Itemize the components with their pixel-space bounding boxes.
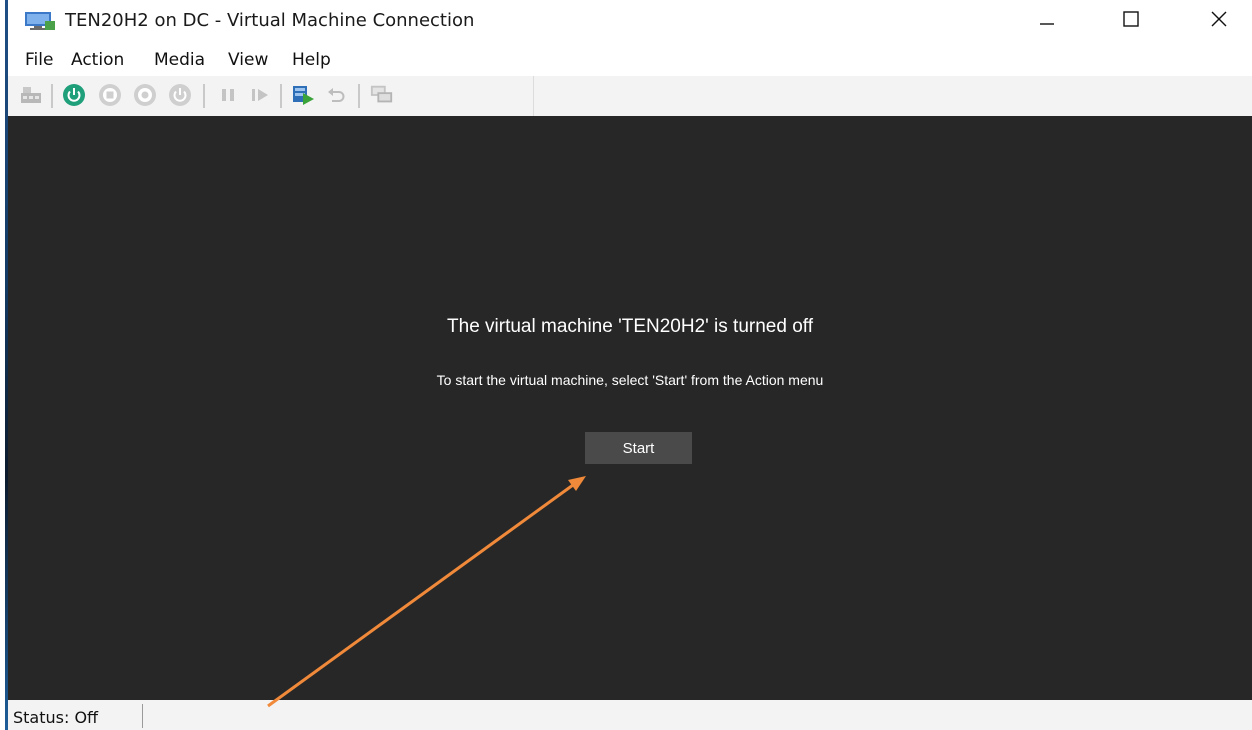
close-button[interactable] <box>1196 0 1242 42</box>
toolbar-end-divider <box>533 76 534 116</box>
status-bar: Status: Off <box>8 700 1252 730</box>
window-title: TEN20H2 on DC - Virtual Machine Connecti… <box>65 10 475 31</box>
menu-file[interactable]: File <box>25 50 53 70</box>
maximize-button[interactable] <box>1108 0 1154 42</box>
title-bar[interactable]: TEN20H2 on DC - Virtual Machine Connecti… <box>8 0 1252 42</box>
pause-icon <box>216 83 240 107</box>
toolbar <box>8 76 1252 116</box>
menu-view[interactable]: View <box>228 50 268 70</box>
toolbar-separator <box>203 84 205 108</box>
desktop-edge <box>0 0 8 730</box>
minimize-icon <box>1037 9 1057 34</box>
status-text: Status: Off <box>13 708 99 727</box>
minimize-button[interactable] <box>1024 0 1070 42</box>
toolbar-separator <box>280 84 282 108</box>
start-button[interactable]: Start <box>585 432 692 464</box>
menu-action[interactable]: Action <box>71 50 124 70</box>
turn-off-icon <box>98 83 122 107</box>
vm-connection-window: TEN20H2 on DC - Virtual Machine Connecti… <box>8 0 1252 730</box>
resume-icon <box>248 83 272 107</box>
vm-start-instruction: To start the virtual machine, select 'St… <box>436 372 824 388</box>
toolbar-separator <box>51 84 53 108</box>
close-icon <box>1209 9 1229 34</box>
toolbar-separator <box>358 84 360 108</box>
vm-off-heading: The virtual machine 'TEN20H2' is turned … <box>447 316 813 337</box>
status-separator <box>142 704 143 728</box>
maximize-icon <box>1121 9 1141 34</box>
vm-display-area[interactable]: The virtual machine 'TEN20H2' is turned … <box>8 116 1252 700</box>
revert-icon <box>324 83 348 107</box>
menu-help[interactable]: Help <box>292 50 331 70</box>
menu-bar: File Action Media View Help <box>8 42 1252 76</box>
start-icon[interactable] <box>62 83 86 107</box>
shut-down-icon <box>133 83 157 107</box>
vm-connection-app-icon <box>25 12 55 30</box>
menu-media[interactable]: Media <box>154 50 205 70</box>
enhanced-session-icon <box>370 83 394 107</box>
save-icon <box>168 83 192 107</box>
ctrl-alt-del-icon[interactable] <box>19 83 43 107</box>
checkpoint-icon[interactable] <box>291 83 315 107</box>
